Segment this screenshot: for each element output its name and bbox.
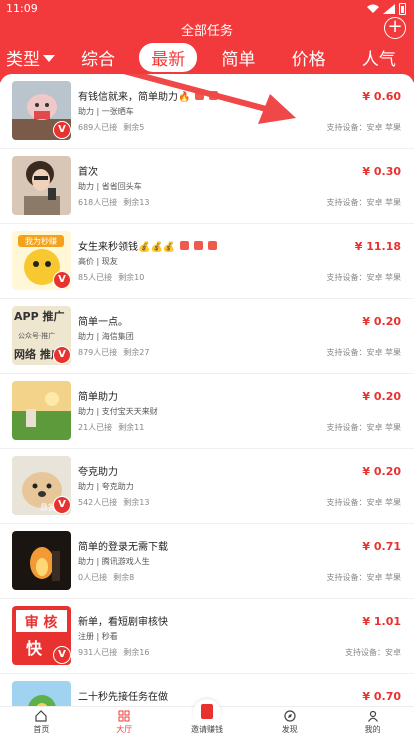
task-price: ¥ 0.20 — [362, 315, 401, 328]
task-subtitle: 助力 | 一张晒车 — [78, 107, 134, 116]
task-item[interactable]: 审 核快 V 新单，看短剧审核快 注册 | 秒看 931人已接 剩余16 ¥ 1.… — [0, 599, 414, 674]
type-filter-label: 类型 — [6, 50, 40, 70]
nav-me[interactable]: 我的 — [331, 707, 414, 738]
task-device-support: 支持设备：安卓 苹果 — [326, 573, 401, 582]
task-title: 简单的登录无需下载 — [78, 542, 168, 553]
task-device-support: 支持设备：安卓 苹果 — [326, 423, 401, 432]
task-device-support: 支持设备：安卓 — [345, 648, 401, 657]
task-price: ¥ 0.70 — [362, 690, 401, 703]
task-device-support: 支持设备：安卓 苹果 — [326, 498, 401, 507]
task-price: ¥ 1.01 — [362, 615, 401, 628]
page-title: 全部任务 — [180, 24, 233, 39]
task-title: 简单一点。 — [78, 317, 128, 328]
nav-hall[interactable]: 大厅 — [83, 707, 166, 738]
task-price: ¥ 0.30 — [362, 165, 401, 178]
signal-icon — [383, 4, 395, 14]
task-item[interactable]: 我为秒赚 V 女生来秒领钱💰💰💰 高价 | 现友 85人已接 剩余10 ¥ 11.… — [0, 224, 414, 299]
task-meta: 0人已接 剩余8 — [78, 573, 135, 582]
task-list[interactable]: V 有钱信就来，简单助力🔥 助力 | 一张晒车 689人已接 剩余5 ¥ 0.60… — [0, 74, 414, 706]
task-thumbnail — [12, 156, 71, 215]
task-meta: 85人已接 剩余10 — [78, 273, 145, 282]
compass-icon — [284, 710, 296, 722]
status-time: 11:09 — [6, 2, 38, 15]
task-subtitle: 助力 | 海信集团 — [78, 332, 134, 341]
nav-invite[interactable]: 邀请赚钱 — [166, 699, 249, 738]
status-bar: 11:09 — [0, 0, 414, 18]
tab-popularity[interactable]: 人气 — [350, 43, 408, 72]
add-task-button[interactable]: + — [384, 17, 406, 39]
thumb-text: 我为秒赚 — [25, 236, 57, 246]
user-icon — [367, 710, 378, 722]
task-title: 夸克助力 — [78, 467, 118, 478]
thumb-text: APP 推广 — [14, 309, 64, 323]
task-title: 有钱信就来，简单助力🔥 — [78, 88, 219, 103]
task-item[interactable]: APP 推广 公众号·推广 网络 推广 V 简单一点。 助力 | 海信集团 879人… — [0, 299, 414, 374]
verified-badge: V — [53, 346, 71, 364]
task-subtitle: 高价 | 现友 — [78, 257, 118, 266]
caret-down-icon — [43, 55, 55, 62]
home-icon — [35, 710, 47, 722]
battery-icon — [399, 3, 406, 15]
task-price: ¥ 0.20 — [362, 390, 401, 403]
task-price: ¥ 11.18 — [354, 240, 401, 253]
task-item[interactable]: 简单助力 助力 | 支付宝天天来财 21人已接 剩余11 ¥ 0.20 支持设备：… — [0, 374, 414, 449]
task-title: 女生来秒领钱💰💰💰 — [78, 238, 218, 253]
task-device-support: 支持设备：安卓 苹果 — [326, 273, 401, 282]
task-meta: 542人已接 剩余13 — [78, 498, 150, 507]
task-subtitle: 助力 | 省省回头车 — [78, 182, 142, 191]
wifi-icon — [367, 4, 379, 13]
thumb-text: 审 核 — [25, 614, 58, 631]
red-envelope-icon — [192, 699, 221, 727]
task-subtitle: 注册 | 秒看 — [78, 632, 118, 641]
task-item[interactable]: 首次 助力 | 省省回头车 618人已接 剩余13 ¥ 0.30 支持设备：安卓 … — [0, 149, 414, 224]
header-bar: 11:09 全部任务 + 类型 综合 最新 简单 价格 人气 — [0, 0, 414, 82]
verified-badge: V — [53, 646, 71, 664]
task-item[interactable]: 简单的登录无需下载 助力 | 腾讯游戏人生 0人已接 剩余8 ¥ 0.71 支持设… — [0, 524, 414, 599]
verified-badge: V — [53, 496, 71, 514]
task-device-support: 支持设备：安卓 苹果 — [326, 123, 401, 132]
type-filter-dropdown[interactable]: 类型 — [6, 45, 55, 70]
task-thumbnail — [12, 381, 71, 440]
nav-home[interactable]: 首页 — [0, 707, 83, 738]
task-meta: 931人已接 剩余16 — [78, 648, 150, 657]
thumb-text: 快 — [26, 639, 43, 658]
task-price: ¥ 0.20 — [362, 465, 401, 478]
verified-badge: V — [53, 121, 71, 139]
task-item[interactable]: 悬赏 V 夸克助力 助力 | 夸克助力 542人已接 剩余13 ¥ 0.20 支持… — [0, 449, 414, 524]
tag-icon — [195, 91, 205, 100]
tag-icon — [194, 241, 204, 250]
tab-comprehensive[interactable]: 综合 — [69, 43, 127, 72]
task-meta: 879人已接 剩余27 — [78, 348, 150, 357]
task-meta: 689人已接 剩余5 — [78, 123, 145, 132]
tag-icon — [209, 91, 219, 100]
task-price: ¥ 0.60 — [362, 90, 401, 103]
grid-icon — [118, 710, 130, 722]
tab-simple[interactable]: 简单 — [209, 43, 267, 72]
status-icons — [367, 3, 406, 15]
bottom-nav: 首页 大厅 邀请赚钱 发现 我的 — [0, 699, 414, 738]
task-meta: 618人已接 剩余13 — [78, 198, 150, 207]
verified-badge: V — [53, 271, 71, 289]
task-item[interactable]: V 有钱信就来，简单助力🔥 助力 | 一张晒车 689人已接 剩余5 ¥ 0.60… — [0, 74, 414, 149]
tag-icon — [208, 241, 218, 250]
task-subtitle: 助力 | 夸克助力 — [78, 482, 134, 491]
task-subtitle: 助力 | 腾讯游戏人生 — [78, 557, 150, 566]
task-title: 首次 — [78, 167, 98, 178]
task-device-support: 支持设备：安卓 苹果 — [326, 198, 401, 207]
task-device-support: 支持设备：安卓 苹果 — [326, 348, 401, 357]
task-title: 简单助力 — [78, 392, 118, 403]
tab-newest[interactable]: 最新 — [139, 42, 198, 72]
task-subtitle: 助力 | 支付宝天天来财 — [78, 407, 158, 416]
task-thumbnail — [12, 531, 71, 590]
thumb-text: 公众号·推广 — [18, 331, 55, 340]
nav-discover[interactable]: 发现 — [248, 707, 331, 738]
task-thumbnail — [12, 681, 71, 706]
task-price: ¥ 0.71 — [362, 540, 401, 553]
tag-icon — [180, 241, 190, 250]
sort-tabs: 综合 最新 简单 价格 人气 — [63, 42, 414, 72]
tab-price[interactable]: 价格 — [280, 43, 338, 72]
task-meta: 21人已接 剩余11 — [78, 423, 145, 432]
task-title: 新单，看短剧审核快 — [78, 617, 168, 628]
task-title: 二十秒先接任务在做 — [78, 692, 168, 703]
